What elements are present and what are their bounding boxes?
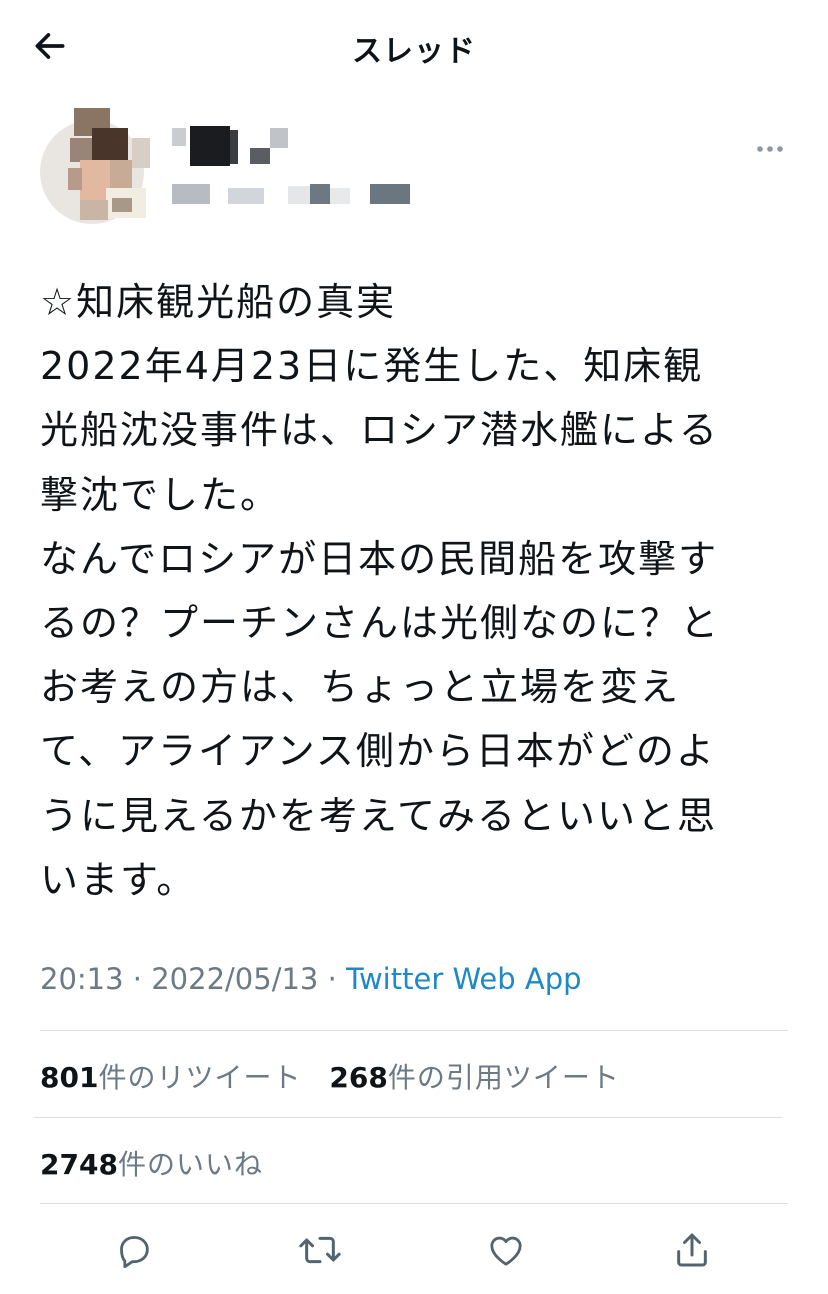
tweet-source-link[interactable]: Twitter Web App — [346, 962, 582, 996]
tweet-text: ☆知床観光船の真実 2022年4月23日に発生した、知床観 光船沈没事件は、ロシ… — [40, 280, 721, 902]
likes-stat[interactable]: 2748件のいいね — [40, 1148, 263, 1181]
reply-button[interactable] — [106, 1222, 162, 1278]
retweets-count: 801 — [40, 1061, 99, 1094]
retweets-label: 件のリツイート — [98, 1061, 302, 1094]
page-title: スレッド — [352, 34, 476, 69]
avatar[interactable] — [40, 108, 150, 226]
likes-label: 件のいいね — [117, 1148, 263, 1181]
quotes-label: 件の引用ツイート — [387, 1061, 620, 1094]
likes-stats: 2748件のいいね — [40, 1143, 281, 1183]
divider — [40, 1203, 788, 1204]
top-bar: スレッド — [0, 0, 828, 92]
heart-icon — [490, 1236, 522, 1266]
retweet-button[interactable] — [292, 1222, 348, 1278]
action-bar — [0, 1222, 828, 1278]
tweet-time: 20:13 — [40, 962, 124, 996]
tweet-metadata: 20:13 · 2022/05/13 · Twitter Web App — [40, 962, 582, 996]
likes-count: 2748 — [40, 1148, 118, 1181]
quotes-stat[interactable]: 268件の引用ツイート — [329, 1061, 619, 1094]
retweets-stat[interactable]: 801件のリツイート — [40, 1061, 301, 1094]
like-button[interactable] — [478, 1222, 534, 1278]
tweet-date: 2022/05/13 — [151, 962, 319, 996]
reply-icon — [120, 1236, 149, 1269]
divider — [40, 1030, 788, 1031]
divider — [34, 1117, 782, 1118]
quotes-count: 268 — [329, 1061, 388, 1094]
share-icon — [677, 1233, 707, 1267]
more-options-button[interactable] — [750, 132, 790, 166]
more-horizontal-icon — [757, 146, 783, 152]
retweet-icon — [299, 1236, 341, 1264]
separator: · — [318, 962, 347, 996]
separator: · — [123, 962, 152, 996]
share-button[interactable] — [664, 1222, 720, 1278]
retweet-quote-stats: 801件のリツイート 268件の引用ツイート — [40, 1056, 638, 1096]
author-name-blurred[interactable] — [166, 120, 426, 210]
